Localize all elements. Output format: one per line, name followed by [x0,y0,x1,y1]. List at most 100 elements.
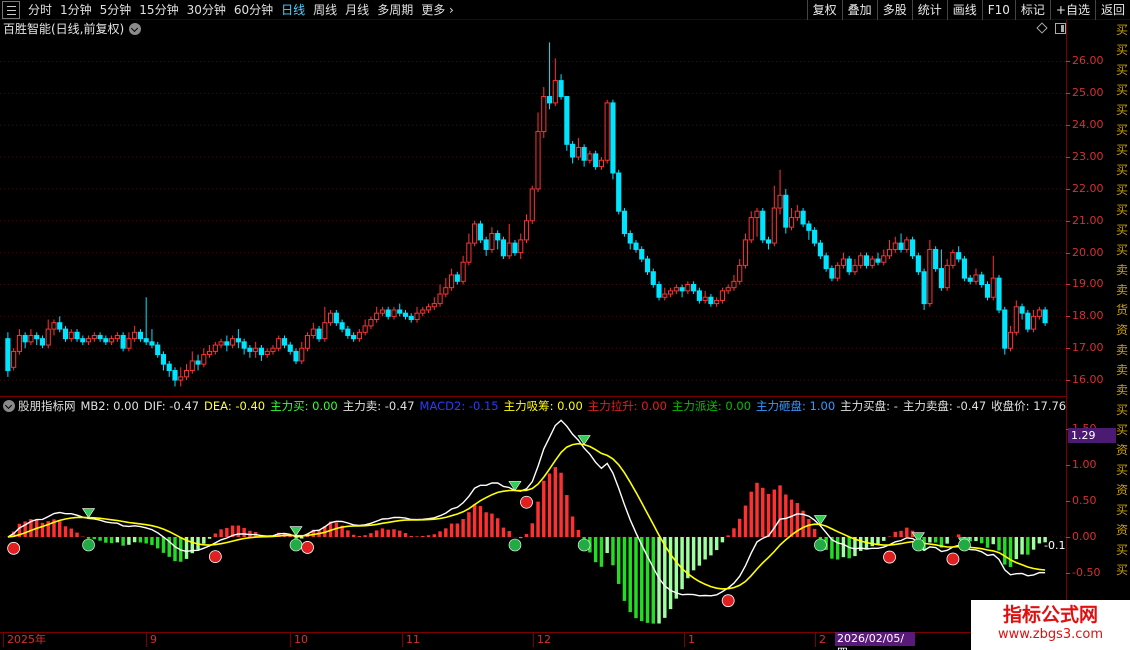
price-tick: 20.00 [1066,245,1104,259]
candle-down [708,296,714,305]
indicator-menu-icon[interactable] [3,400,15,412]
cursor-date: 2026/02/05/四 [835,632,915,650]
chevron-down-icon[interactable] [129,23,142,35]
candle-down [351,334,357,340]
tab-monthly[interactable]: 月线 [341,0,373,20]
candle-up [777,194,783,209]
candle-up [362,325,368,333]
candle-up [16,334,22,352]
tab-weekly[interactable]: 周线 [309,0,341,20]
chevron-right-icon: › [449,3,454,17]
candle-up [794,210,800,219]
candle-up [414,312,420,321]
add-watchlist-button[interactable]: +自选 [1049,0,1095,20]
candle-up [189,360,195,372]
candle-up [506,242,512,257]
candle-up [771,207,777,244]
candle-up [702,296,708,301]
candle-up [420,309,426,314]
candle-down [621,210,628,235]
buy-signal-marker [208,550,222,564]
candle-up [529,188,535,222]
candle-down [1025,312,1031,330]
f10-button[interactable]: F10 [981,0,1015,20]
candle-up [852,264,858,273]
tab-fenshi[interactable]: 分时 [24,0,56,20]
candle-down [402,312,409,317]
candle-down [967,277,973,282]
candle-down [287,344,293,352]
tab-5min[interactable]: 5分钟 [96,0,136,20]
price-tick: 22.00 [1066,181,1104,195]
candle-down [996,277,1002,311]
empty-signal-marker [814,538,827,552]
candle-down [160,354,167,365]
candle-up [886,248,893,257]
candle-up [374,312,380,321]
candle-down [500,239,507,257]
tab-1min[interactable]: 1分钟 [56,0,96,20]
diamond-icon[interactable] [1036,22,1048,34]
mark-button[interactable]: 标记 [1014,0,1050,20]
candle-down [956,252,962,260]
multi-stock-button[interactable]: 多股 [876,0,912,20]
price-tick: 26.00 [1066,54,1104,68]
indicator-chart[interactable]: -0.1 [0,412,1066,632]
indicator-tick: 0.50 [1066,494,1097,507]
window-toggle-icon[interactable] [1055,23,1066,34]
candle-down [933,248,939,270]
candlestick-chart[interactable] [0,36,1066,396]
buy-signal-marker [721,594,735,608]
watermark: 指标公式网 www.zbgs3.com [971,600,1130,650]
tab-15min[interactable]: 15分钟 [135,0,182,20]
candle-down [650,271,656,285]
period-tabs: 分时 1分钟 5分钟 15分钟 30分钟 60分钟 日线 周线 月线 多周期 更… [0,0,458,20]
tab-more[interactable]: 更多 › [417,0,458,20]
tab-daily[interactable]: 日线 [277,0,309,20]
candle-down [241,341,247,349]
candle-down [512,242,518,254]
draw-line-button[interactable]: 画线 [946,0,982,20]
tab-more-label: 更多 [421,3,446,17]
candle-down [593,153,599,168]
candle-up [132,331,138,340]
candle-up [437,293,443,305]
menu-icon[interactable] [2,1,20,19]
signal-strip: 买买买买买买买买买买买买卖卖货资卖卖卖买买资买资买资买买 [1116,23,1129,577]
candle-down [760,210,766,241]
overlay-button[interactable]: 叠加 [841,0,877,20]
back-button[interactable]: 返回 [1094,0,1130,20]
candle-down [137,331,143,340]
candle-up [460,261,466,282]
stats-button[interactable]: 统计 [911,0,947,20]
candle-up [178,376,184,381]
sell-signal-marker [813,515,827,526]
candle-up [443,287,449,295]
candle-up [673,287,679,292]
candle-down [875,258,881,263]
candle-down [316,328,322,340]
fuquan-button[interactable]: 复权 [806,0,842,20]
tab-multi-period[interactable]: 多周期 [373,0,417,20]
candle-down [247,347,253,352]
candle-down [656,283,662,298]
candle-down [564,96,570,145]
candle-up [788,217,795,228]
period-toolbar: 分时 1分钟 5分钟 15分钟 30分钟 60分钟 日线 周线 月线 多周期 更… [0,0,1130,20]
candle-down [477,223,483,241]
candle-down [581,147,587,161]
candle-up [431,303,437,308]
tab-60min[interactable]: 60分钟 [230,0,277,20]
candle-up [449,274,455,289]
candle-up [85,338,92,343]
candle-up [466,242,472,263]
candle-down [166,363,172,372]
candle-up [518,239,524,254]
sell-signal-marker [81,508,96,519]
candle-down [691,283,697,292]
indicator-tick: 0.00 [1066,530,1097,543]
candle-down [696,290,702,301]
tab-30min[interactable]: 30分钟 [183,0,230,20]
candle-down [258,347,265,356]
candle-up [541,96,547,133]
